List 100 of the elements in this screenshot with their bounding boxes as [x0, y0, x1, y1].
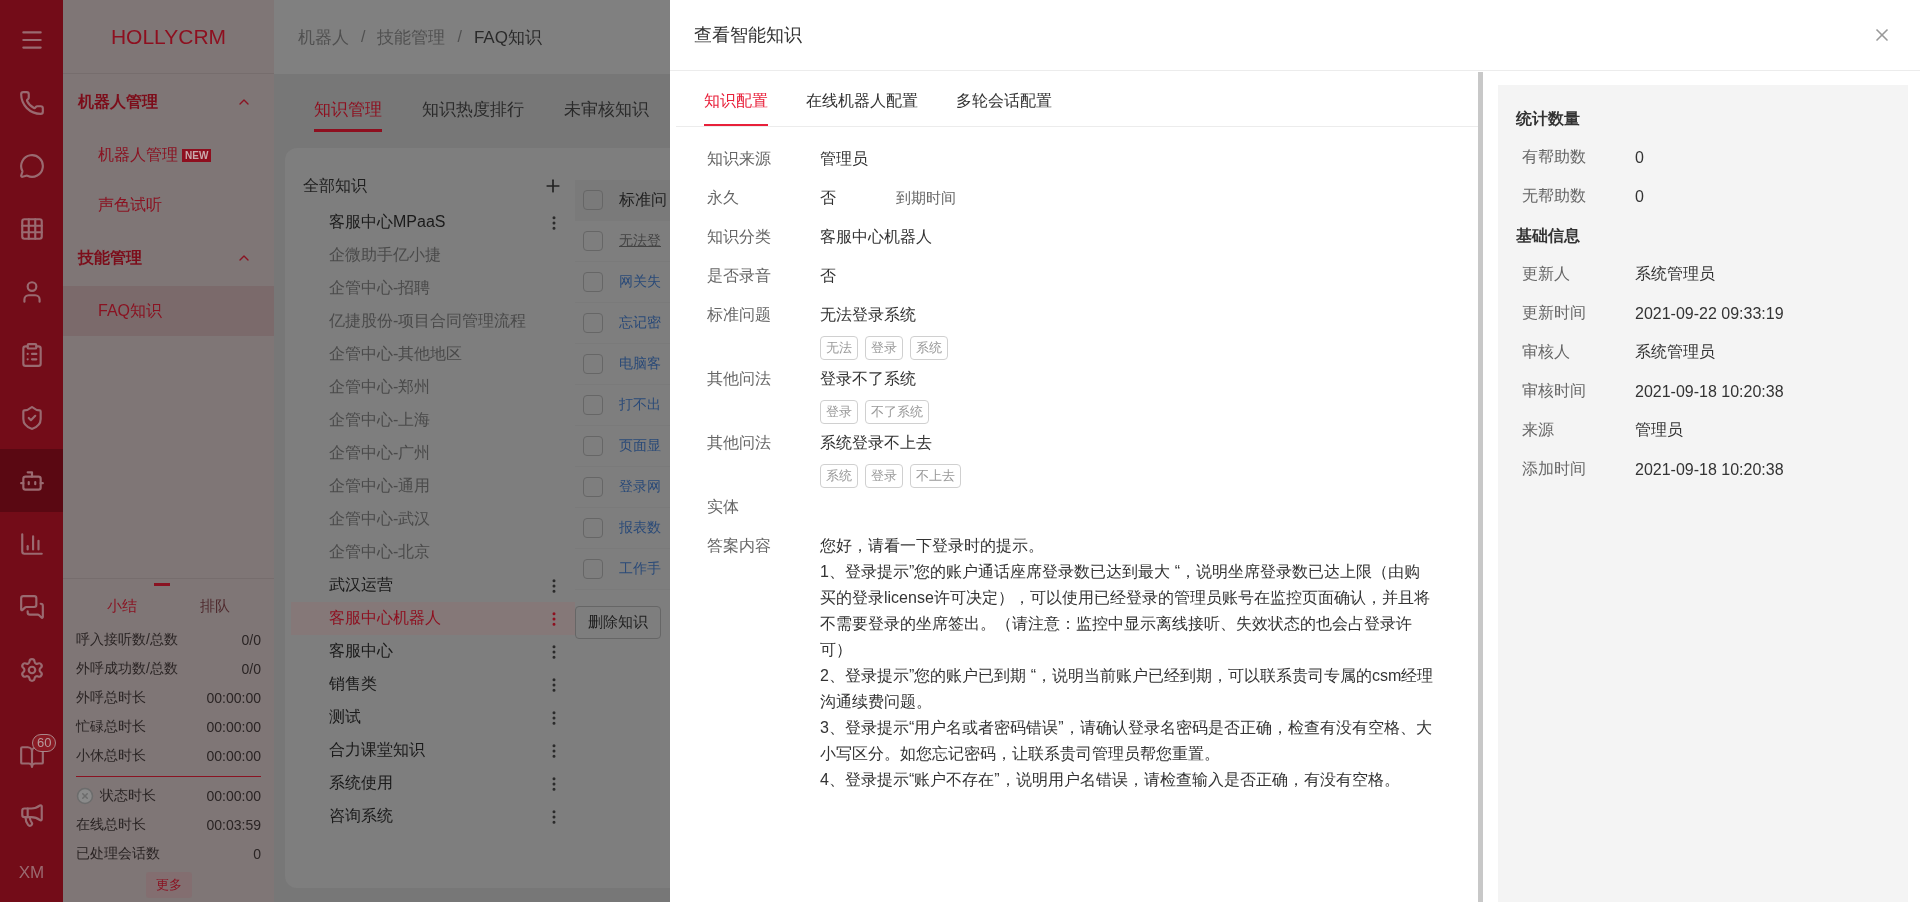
nav-group-title[interactable]: 机器人管理 — [78, 91, 158, 113]
stat-value: 00:00:00 — [206, 689, 261, 706]
tree-item[interactable]: 测试 — [329, 707, 361, 728]
tree-item[interactable]: 客服中心 — [329, 641, 393, 662]
tree-item[interactable]: 系统使用 — [329, 773, 393, 794]
stats-tab[interactable]: 排队 — [199, 596, 230, 616]
info-value: 0 — [1635, 148, 1644, 167]
page-tab[interactable]: 未审核知识 — [564, 90, 649, 132]
checkbox[interactable] — [583, 354, 603, 374]
checkbox[interactable] — [583, 272, 603, 292]
more-button[interactable]: 更多 — [145, 872, 192, 898]
question-link[interactable]: 忘记密 — [619, 314, 661, 332]
answer-paragraph: 您好，请看一下登录时的提示。 — [820, 536, 1045, 556]
checkbox[interactable] — [583, 477, 603, 497]
stat-label: 状态时长 — [100, 786, 156, 805]
field-label: 知识分类 — [707, 227, 772, 247]
page-tab[interactable]: 知识热度排行 — [422, 90, 524, 132]
info-value: 0 — [1635, 187, 1644, 206]
nav-label: 机器人管理 — [98, 144, 178, 165]
section-title: 统计数量 — [1516, 109, 1581, 129]
nav-item[interactable]: 声色试听 — [63, 180, 274, 230]
stat-value: 00:00:00 — [206, 718, 261, 735]
answer-paragraph: 1、登录提示”您的账户通话座席登录数已达到最大 “，说明坐席登录数已达上限（由购买的登录license许可决定），可以使用已经登录的管理员账号在监控页面确认，并且将不需要登录的坐席签出。（请注意：监控中显示离线接听、失效状态的也会占登录许可） — [820, 562, 1431, 660]
stat-value: 00:00:00 — [206, 747, 261, 764]
drawer-title: 查看智能知识 — [694, 24, 802, 47]
answer-paragraph: 4、登录提示“账户不存在”，说明用户名错误，请检查输入是否正确，有没有空格。 — [820, 770, 1401, 790]
tree-item[interactable]: 客服中心MPaaS — [329, 212, 446, 233]
info-value: 2021-09-18 10:20:38 — [1635, 382, 1784, 401]
stat-label: 呼入接听数/总数 — [76, 630, 178, 649]
info-label: 更新人 — [1522, 264, 1571, 284]
nav-item[interactable]: 机器人管理 NEW — [63, 130, 274, 180]
question-link[interactable]: 登录网 — [619, 478, 661, 496]
checkbox[interactable] — [583, 518, 603, 538]
scrollbar[interactable] — [1478, 72, 1483, 902]
delete-button[interactable]: 删除知识 — [575, 606, 661, 639]
field-value: 否 — [820, 188, 836, 208]
keyword-tag: 无法 — [820, 336, 858, 360]
info-label: 无帮助数 — [1522, 186, 1587, 206]
keyword-tag: 系统 — [820, 464, 858, 488]
nav-group-title[interactable]: 技能管理 — [78, 247, 142, 269]
question-link[interactable]: 电脑客 — [619, 355, 661, 373]
field-label: 标准问题 — [707, 305, 772, 325]
checkbox[interactable] — [583, 313, 603, 333]
nav-item[interactable]: FAQ知识 — [63, 286, 274, 336]
nav-label: FAQ知识 — [98, 300, 162, 321]
tree-title[interactable]: 全部知识 — [303, 175, 367, 197]
phone-icon — [18, 89, 45, 116]
drawer-tab[interactable]: 知识配置 — [704, 91, 768, 126]
answer-paragraph: 3、登录提示“用户名或者密码错误”，请确认登录名密码是否正确，检查有没有空格、大小写区分。如您忘记密码，让联系贵司管理员帮您重置。 — [820, 718, 1433, 764]
info-label: 审核人 — [1522, 342, 1571, 362]
close-circle-icon[interactable] — [76, 786, 94, 805]
question-link[interactable]: 工作手 — [619, 560, 661, 578]
megaphone-icon — [18, 802, 45, 828]
bar-chart-icon — [18, 530, 45, 557]
drawer-tab[interactable]: 多轮会话配置 — [956, 91, 1052, 126]
stat-value: 00:00:00 — [206, 787, 261, 804]
field-label: 答案内容 — [707, 536, 772, 556]
question-link[interactable]: 网关失 — [619, 273, 661, 291]
stat-value: 00:03:59 — [206, 816, 261, 833]
tree-item[interactable]: 合力课堂知识 — [329, 740, 425, 761]
page-tab[interactable]: 知识管理 — [314, 90, 382, 132]
field-label: 永久 — [707, 188, 740, 208]
checkbox[interactable] — [583, 231, 603, 251]
chat-bubbles-icon — [18, 593, 45, 620]
checkbox[interactable] — [583, 395, 603, 415]
field-value: 无法登录系统 — [820, 305, 917, 325]
breadcrumb-item[interactable]: FAQ知识 — [473, 25, 542, 49]
keyword-tag: 不了系统 — [865, 400, 929, 424]
checkbox[interactable] — [583, 436, 603, 456]
rail-button[interactable] — [0, 449, 63, 512]
question-link[interactable]: 页面显 — [619, 437, 661, 455]
question-link[interactable]: 打不出 — [619, 396, 661, 414]
checkbox[interactable] — [583, 559, 603, 579]
keyword-tag: 登录 — [865, 464, 903, 488]
field-value: 登录不了系统 — [820, 369, 917, 389]
stat-value: 0/0 — [241, 660, 261, 677]
question-link[interactable]: 报表数 — [619, 519, 661, 537]
field-label: 到期时间 — [896, 188, 956, 208]
drawer-tab[interactable]: 在线机器人配置 — [806, 91, 918, 126]
breadcrumb-separator: / — [457, 28, 462, 46]
user-initials[interactable]: XM — [18, 863, 45, 883]
keyword-tag: 登录 — [865, 336, 903, 360]
settings-icon — [18, 656, 45, 683]
field-label: 其他问法 — [707, 433, 772, 453]
field-label: 是否录音 — [707, 266, 772, 286]
tree-item[interactable]: 咨询系统 — [329, 806, 393, 827]
info-value: 管理员 — [1635, 420, 1683, 440]
stat-value: 0/0 — [241, 631, 261, 648]
info-label: 添加时间 — [1522, 459, 1587, 479]
column-header: 标准问 — [619, 189, 667, 210]
question-link[interactable]: 无法登 — [619, 232, 661, 250]
count-badge: 60 — [32, 734, 57, 752]
stat-label: 忙碌总时长 — [76, 717, 146, 736]
stats-tab[interactable]: 小结 — [107, 596, 138, 616]
info-label: 来源 — [1522, 420, 1555, 440]
keyword-tag: 不上去 — [910, 464, 961, 488]
rail-button[interactable]: 60 — [0, 728, 63, 786]
tree-item[interactable]: 销售类 — [329, 674, 377, 695]
grid-icon — [18, 215, 45, 242]
tree-item[interactable]: 武汉运营 — [329, 575, 393, 596]
